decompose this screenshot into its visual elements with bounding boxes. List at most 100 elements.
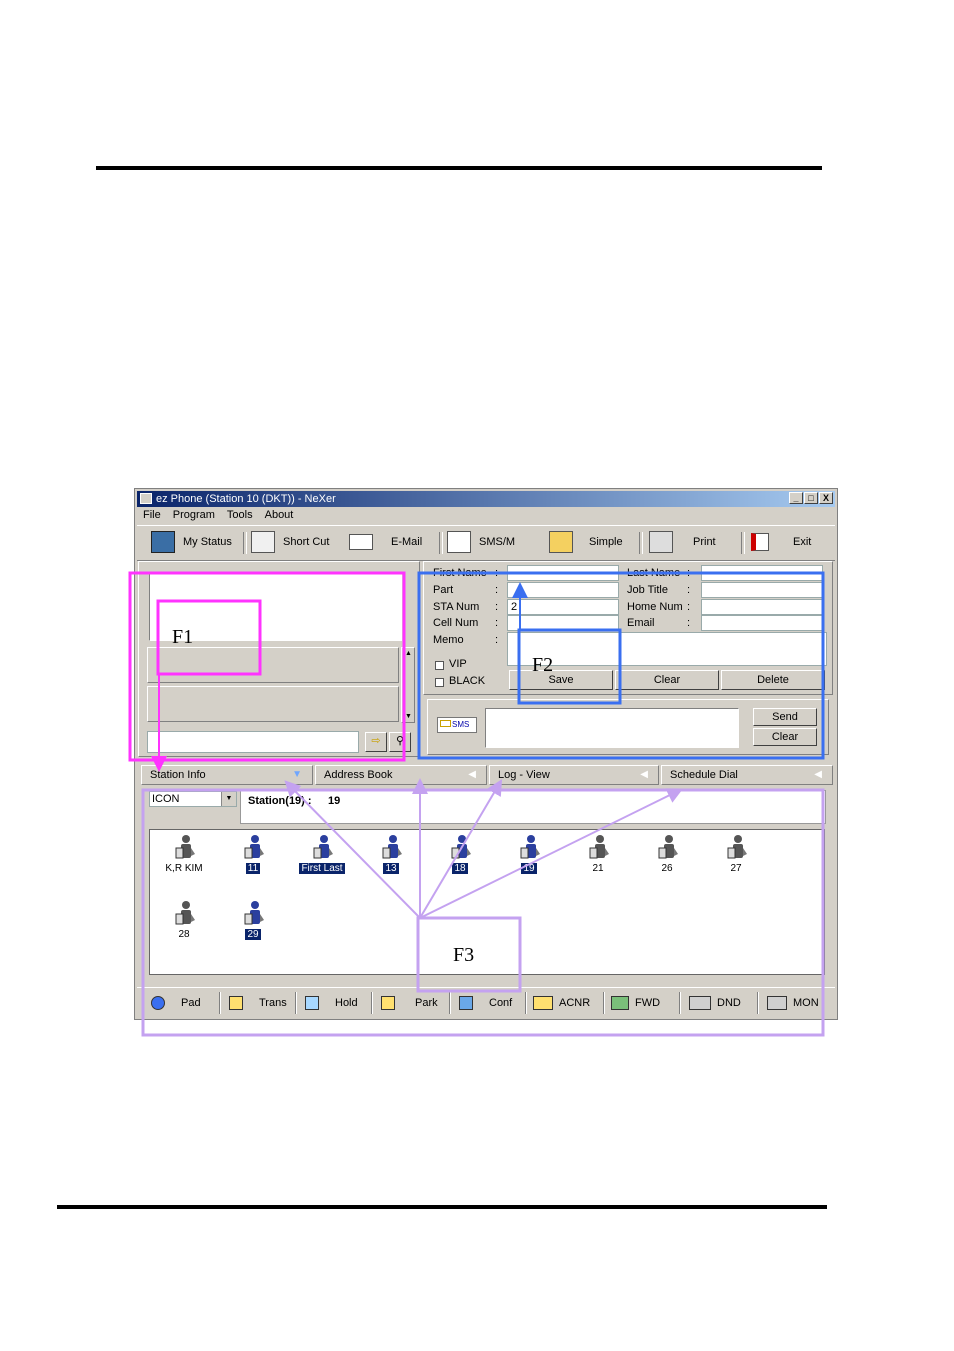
sms-icon	[447, 531, 471, 553]
station-item[interactable]: 26	[637, 834, 697, 874]
sms-send-button[interactable]: Send	[753, 708, 817, 726]
print-button[interactable]: Print	[649, 530, 716, 554]
vip-checkbox[interactable]	[435, 661, 444, 670]
line-slot-2[interactable]	[147, 686, 399, 722]
title-bar[interactable]: ez Phone (Station 10 (DKT)) - NeXer _ □ …	[137, 491, 835, 507]
fn-pad-label: Pad	[181, 997, 201, 1009]
part-input[interactable]	[507, 582, 619, 598]
bottom-rule	[57, 1205, 827, 1209]
window-title: ez Phone (Station 10 (DKT)) - NeXer	[156, 493, 336, 505]
minimize-button[interactable]: _	[789, 492, 803, 504]
station-item[interactable]: 21	[568, 834, 628, 874]
exit-button[interactable]: Exit	[751, 530, 811, 554]
save-button[interactable]: Save	[509, 670, 613, 690]
station-item[interactable]: First Last	[292, 834, 352, 874]
simple-label: Simple	[589, 536, 623, 548]
fn-pad[interactable]: Pad	[151, 994, 201, 1012]
home-num-input[interactable]	[701, 599, 823, 615]
dial-input[interactable]	[147, 731, 359, 753]
menu-tools[interactable]: Tools	[227, 509, 253, 521]
my-status-button[interactable]: My Status	[151, 530, 232, 554]
sta-num-input[interactable]: 2	[507, 599, 619, 615]
station-item[interactable]: 13	[361, 834, 421, 874]
phone-user-icon	[727, 835, 747, 859]
monitor-icon	[151, 531, 175, 553]
view-mode-select[interactable]: ICON ▼	[149, 791, 237, 807]
menu-file[interactable]: File	[143, 509, 161, 521]
memo-input[interactable]	[507, 632, 827, 666]
colon: :	[495, 601, 499, 613]
sms-message-input[interactable]	[485, 708, 739, 748]
tab-address-book[interactable]: Address Book ◀	[315, 765, 487, 785]
fn-hold[interactable]: Hold	[305, 994, 358, 1012]
short-cut-button[interactable]: Short Cut	[251, 530, 329, 554]
f1-label: F1	[172, 626, 194, 648]
tab-log-view[interactable]: Log - View ◀	[489, 765, 659, 785]
fn-acnr[interactable]: ACNR	[533, 994, 590, 1012]
delete-button[interactable]: Delete	[721, 670, 825, 690]
print-label: Print	[693, 536, 716, 548]
arrow-right-icon: ⇨	[371, 735, 381, 747]
close-button[interactable]: X	[819, 492, 833, 504]
job-title-input[interactable]	[701, 582, 823, 598]
line-slot-1[interactable]	[147, 647, 399, 683]
black-checkbox[interactable]	[435, 678, 444, 687]
phone-user-icon	[658, 835, 678, 859]
first-name-label: First Name	[433, 567, 487, 579]
simple-button[interactable]: Simple	[549, 530, 623, 554]
menu-program[interactable]: Program	[173, 509, 215, 521]
dial-go-button[interactable]: ⇨	[365, 732, 387, 752]
station-item[interactable]: 27	[706, 834, 766, 874]
phone-user-icon	[382, 835, 402, 859]
station-label: Station(19) :	[248, 795, 312, 807]
scrollbar[interactable]: ▲ ▼	[401, 647, 415, 723]
fn-fwd[interactable]: FWD	[611, 994, 660, 1012]
hold-icon	[305, 996, 319, 1010]
fn-mon[interactable]: MON	[767, 994, 819, 1012]
search-button[interactable]: ⚲	[389, 732, 411, 752]
phone-user-icon	[589, 835, 609, 859]
sms-clear-button[interactable]: Clear	[753, 728, 817, 746]
station-item[interactable]: 28	[154, 900, 214, 940]
job-title-label: Job Title	[627, 584, 668, 596]
colon: :	[687, 567, 691, 579]
email-input[interactable]	[701, 615, 823, 631]
phone-user-icon	[244, 901, 264, 925]
clear-button[interactable]: Clear	[615, 670, 719, 690]
station-name: 27	[730, 863, 742, 874]
dnd-icon	[689, 996, 711, 1010]
station-count: 19	[328, 795, 341, 807]
station-name: 28	[178, 929, 190, 940]
tab-schedule-dial[interactable]: Schedule Dial ◀	[661, 765, 833, 785]
home-num-label: Home Num	[627, 601, 683, 613]
tab-station-info[interactable]: Station Info ▼	[141, 765, 313, 785]
maximize-button[interactable]: □	[804, 492, 818, 504]
globe-icon	[151, 996, 165, 1010]
colon: :	[495, 617, 499, 629]
fn-fwd-label: FWD	[635, 997, 661, 1009]
station-item[interactable]: K,R KIM	[154, 834, 214, 874]
fn-park[interactable]: Park	[381, 994, 438, 1012]
email-label: E-Mail	[391, 536, 423, 548]
station-item[interactable]: 19	[499, 834, 559, 874]
email-button[interactable]: E-Mail	[349, 530, 422, 554]
sms-button[interactable]: SMS/M	[447, 530, 515, 554]
fn-mon-label: MON	[793, 997, 819, 1009]
tab-station-info-label: Station Info	[150, 769, 206, 781]
station-name: 29	[245, 929, 261, 940]
phone-user-icon	[175, 835, 195, 859]
tab-schedule-dial-label: Schedule Dial	[670, 769, 738, 781]
first-name-input[interactable]	[507, 565, 619, 581]
cell-num-input[interactable]	[507, 615, 619, 631]
top-rule	[96, 166, 822, 170]
fn-conf[interactable]: Conf	[459, 994, 512, 1012]
menu-about[interactable]: About	[265, 509, 294, 521]
fn-trans[interactable]: Trans	[229, 994, 287, 1012]
fn-dnd[interactable]: DND	[689, 994, 741, 1012]
station-item[interactable]: 18	[430, 834, 490, 874]
last-name-input[interactable]	[701, 565, 823, 581]
station-item[interactable]: 11	[223, 834, 283, 874]
station-item[interactable]: 29	[223, 900, 283, 940]
colon: :	[687, 601, 691, 613]
phone-user-icon	[451, 835, 471, 859]
